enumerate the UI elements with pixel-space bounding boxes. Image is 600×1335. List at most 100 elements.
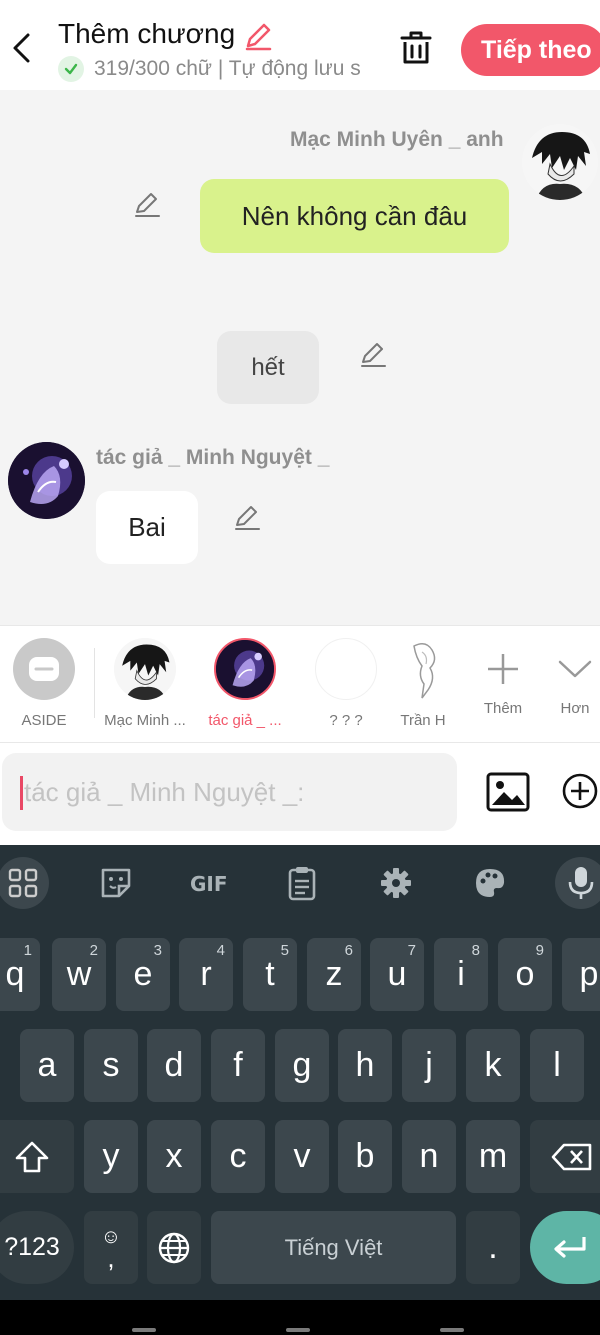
language-key[interactable]: [147, 1211, 201, 1284]
key-v[interactable]: v: [275, 1120, 329, 1193]
insert-image-button[interactable]: [484, 769, 532, 815]
backspace-icon: [551, 1143, 592, 1170]
avatar: [114, 638, 176, 700]
key-k[interactable]: k: [466, 1029, 520, 1102]
edit-title-icon[interactable]: [242, 20, 274, 52]
key-z[interactable]: z6: [307, 938, 361, 1011]
key-g[interactable]: g: [275, 1029, 329, 1102]
edit-message-icon[interactable]: [132, 190, 162, 220]
globe-icon: [158, 1232, 190, 1263]
key-j[interactable]: j: [402, 1029, 456, 1102]
enter-key[interactable]: [530, 1211, 600, 1284]
key-label: i: [457, 955, 465, 993]
character-label: Hơn: [560, 700, 590, 717]
key-c[interactable]: c: [211, 1120, 265, 1193]
key-b[interactable]: b: [338, 1120, 392, 1193]
character-label: Trần H: [400, 712, 446, 729]
next-button[interactable]: Tiếp theo: [461, 24, 600, 76]
symbols-key[interactable]: ?123: [0, 1211, 74, 1284]
shift-key[interactable]: [0, 1120, 74, 1193]
character-tran[interactable]: Trần H: [385, 638, 461, 729]
character-label: ASIDE: [21, 712, 67, 729]
key-f[interactable]: f: [211, 1029, 265, 1102]
sticker-icon[interactable]: [92, 859, 140, 907]
key-hint: 5: [280, 942, 289, 959]
settings-gear-icon[interactable]: [372, 859, 420, 907]
key-w[interactable]: w2: [52, 938, 106, 1011]
key-s[interactable]: s: [84, 1029, 138, 1102]
avatar[interactable]: [522, 124, 598, 200]
character-minh-nguyet-selected[interactable]: tác giả _ ...: [197, 638, 293, 729]
key-n[interactable]: n: [402, 1120, 456, 1193]
backspace-key[interactable]: [530, 1120, 600, 1193]
back-button[interactable]: [4, 26, 40, 70]
chat-area[interactable]: Mạc Minh Uyên _ anh Nên không cần đâu hế…: [0, 90, 600, 625]
divider: [94, 648, 95, 718]
character-label: Thêm: [483, 700, 523, 717]
character-label: ? ? ?: [329, 712, 363, 729]
delete-button[interactable]: [396, 26, 436, 70]
add-button[interactable]: [560, 771, 600, 811]
character-label: tác giả _ ...: [208, 712, 282, 729]
key-m[interactable]: m: [466, 1120, 520, 1193]
key-label: p: [579, 955, 599, 993]
character-unknown[interactable]: ? ? ?: [298, 638, 394, 729]
key-t[interactable]: t5: [243, 938, 297, 1011]
character-aside[interactable]: ASIDE: [0, 638, 92, 729]
key-y[interactable]: y: [84, 1120, 138, 1193]
recent-apps-button[interactable]: [132, 1328, 156, 1332]
theme-palette-icon[interactable]: [466, 859, 514, 907]
key-hint: 2: [89, 942, 98, 959]
emoji-comma-key[interactable]: ☺ ,: [84, 1211, 138, 1284]
message-bubble[interactable]: Nên không cần đâu: [200, 179, 509, 253]
space-key[interactable]: Tiếng Việt: [211, 1211, 456, 1284]
edit-message-icon[interactable]: [358, 340, 388, 370]
key-hint: 1: [23, 942, 32, 959]
key-label: o: [515, 955, 535, 993]
key-p[interactable]: p0: [562, 938, 600, 1011]
key-e[interactable]: e3: [116, 938, 170, 1011]
key-hint: 8: [471, 942, 480, 959]
key-q[interactable]: q1: [0, 938, 40, 1011]
key-d[interactable]: d: [147, 1029, 201, 1102]
edit-message-icon[interactable]: [232, 503, 262, 533]
gif-icon[interactable]: GIF: [182, 859, 238, 907]
period-key[interactable]: .: [466, 1211, 520, 1284]
key-hint: 6: [344, 942, 353, 959]
key-hint: 7: [407, 942, 416, 959]
key-r[interactable]: r4: [179, 938, 233, 1011]
more-characters-button[interactable]: Hơn: [527, 638, 600, 717]
key-label: u: [387, 955, 407, 993]
aside-bubble[interactable]: hết: [217, 331, 319, 404]
key-u[interactable]: u7: [370, 938, 424, 1011]
character-minh-uyen[interactable]: Mạc Minh ...: [97, 638, 193, 729]
keyboard-toolbar: GIF: [0, 845, 600, 925]
clipboard-icon[interactable]: [278, 859, 326, 907]
key-a[interactable]: a: [20, 1029, 74, 1102]
avatar: [214, 638, 276, 700]
enter-arrow-icon: [554, 1236, 586, 1258]
key-label: e: [133, 955, 153, 993]
composer: [0, 743, 600, 845]
message-input[interactable]: [2, 753, 457, 831]
key-label: q: [5, 955, 25, 993]
header: Thêm chương 319/300 chữ | Tự động lưu s …: [0, 0, 600, 90]
home-button[interactable]: [286, 1328, 310, 1332]
avatar[interactable]: [8, 442, 85, 519]
key-x[interactable]: x: [147, 1120, 201, 1193]
key-l[interactable]: l: [530, 1029, 584, 1102]
key-i[interactable]: i8: [434, 938, 488, 1011]
system-back-button[interactable]: [440, 1328, 464, 1332]
back-arrow-icon: [13, 33, 30, 63]
character-label: Mạc Minh ...: [104, 712, 186, 729]
plus-circle-icon: [562, 773, 598, 809]
avatar-image: [8, 442, 85, 519]
key-label: z: [325, 955, 343, 993]
trash-icon: [400, 31, 432, 64]
apps-grid-icon[interactable]: [0, 857, 49, 909]
message-bubble[interactable]: Bai: [96, 491, 198, 564]
avatar: [392, 638, 454, 700]
key-h[interactable]: h: [338, 1029, 392, 1102]
key-o[interactable]: o9: [498, 938, 552, 1011]
microphone-icon[interactable]: [555, 857, 600, 909]
